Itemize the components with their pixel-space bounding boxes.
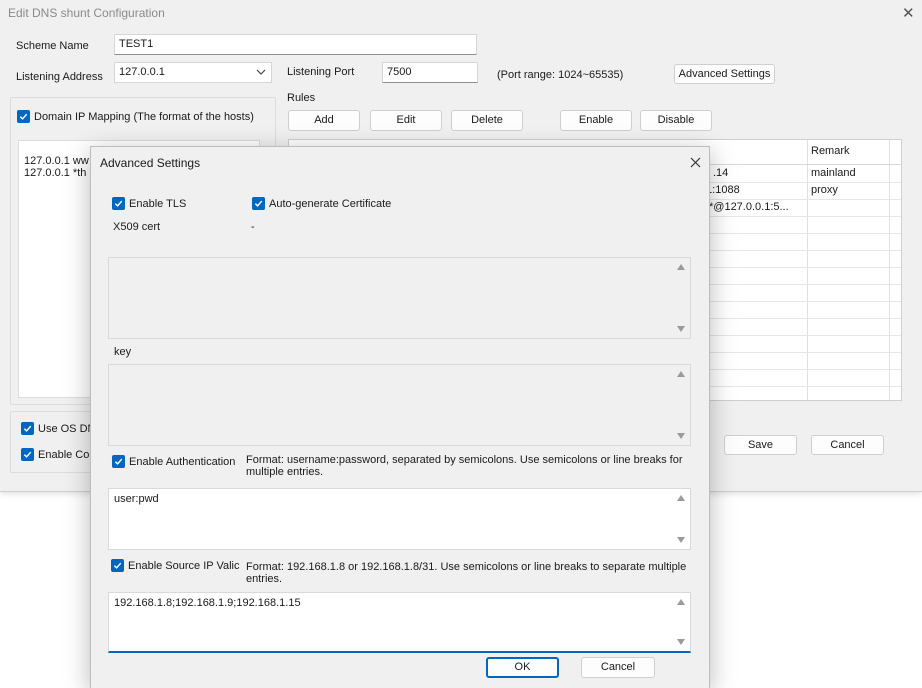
- enable-authentication-label: Enable Authentication: [129, 455, 236, 468]
- source-ip-textarea[interactable]: 192.168.1.8;192.168.1.9;192.168.1.15: [108, 592, 691, 653]
- scroll-up-icon[interactable]: [677, 264, 685, 270]
- scrollbar[interactable]: [673, 258, 690, 338]
- x509-cert-textarea[interactable]: [108, 257, 691, 339]
- scrollbar[interactable]: [673, 489, 690, 549]
- listening-port-input[interactable]: 7500: [382, 62, 478, 83]
- hosts-line: 127.0.0.1 ww: [24, 155, 89, 167]
- domain-ip-mapping-checkbox[interactable]: Domain IP Mapping (The format of the hos…: [17, 110, 254, 123]
- save-button[interactable]: Save: [724, 435, 797, 455]
- format-hint-line: Format: 192.168.1.8 or 192.168.1.8/31. U…: [246, 561, 687, 573]
- scrollbar[interactable]: [673, 593, 690, 651]
- dialog-title: Advanced Settings: [100, 156, 201, 170]
- scroll-up-icon[interactable]: [677, 371, 685, 377]
- ok-button[interactable]: OK: [486, 657, 559, 678]
- enable-rule-button[interactable]: Enable: [560, 110, 632, 131]
- enable-con-label: Enable Con: [38, 448, 96, 461]
- advanced-settings-dialog: Advanced Settings Enable TLS Auto-genera…: [90, 146, 710, 688]
- enable-authentication-checkbox[interactable]: Enable Authentication: [112, 455, 235, 468]
- format-hint-line: multiple entries.: [246, 466, 324, 478]
- checkbox-checked-icon: [111, 559, 124, 572]
- dialog-cancel-button[interactable]: Cancel: [581, 657, 655, 678]
- listening-address-value: 127.0.0.1: [119, 66, 165, 78]
- scrollbar[interactable]: [673, 365, 690, 445]
- checkbox-checked-icon: [252, 197, 265, 210]
- key-textarea[interactable]: [108, 364, 691, 446]
- table-cell-remark: proxy: [811, 184, 838, 196]
- scroll-down-icon[interactable]: [677, 433, 685, 439]
- enable-tls-label: Enable TLS: [129, 197, 187, 210]
- checkbox-checked-icon: [21, 422, 34, 435]
- authentication-format-hint: Format: username:password, separated by …: [246, 454, 683, 478]
- x509-cert-label: X509 cert: [113, 221, 161, 233]
- hosts-line: 127.0.0.1 *th: [24, 167, 87, 179]
- scheme-name-input[interactable]: TEST1: [114, 34, 477, 55]
- port-range-text: (Port range: 1024~65535): [497, 69, 624, 81]
- window-title: Edit DNS shunt Configuration: [8, 6, 165, 20]
- format-hint-line: entries.: [246, 573, 283, 585]
- x509-cert-value: -: [251, 221, 255, 233]
- disable-rule-button[interactable]: Disable: [640, 110, 712, 131]
- source-ip-value: 192.168.1.8;192.168.1.9;192.168.1.15: [114, 597, 301, 609]
- table-cell: .14: [713, 167, 729, 179]
- remark-column-header[interactable]: Remark: [811, 145, 850, 157]
- scroll-down-icon[interactable]: [677, 537, 685, 543]
- listening-address-select[interactable]: 127.0.0.1: [114, 62, 272, 83]
- chevron-down-icon: [256, 69, 266, 75]
- scroll-up-icon[interactable]: [677, 495, 685, 501]
- authentication-value: user:pwd: [114, 493, 159, 505]
- enable-tls-checkbox[interactable]: Enable TLS: [112, 197, 186, 210]
- listening-port-label: Listening Port: [287, 66, 355, 78]
- window-close-icon[interactable]: ✕: [902, 4, 915, 22]
- listening-address-label: Listening Address: [16, 71, 103, 83]
- scroll-up-icon[interactable]: [677, 599, 685, 605]
- domain-ip-mapping-label: Domain IP Mapping (The format of the hos…: [34, 110, 254, 123]
- checkbox-checked-icon: [17, 110, 30, 123]
- checkbox-checked-icon: [112, 455, 125, 468]
- cancel-button[interactable]: Cancel: [811, 435, 884, 455]
- edit-rule-button[interactable]: Edit: [370, 110, 442, 131]
- checkbox-checked-icon: [112, 197, 125, 210]
- scroll-down-icon[interactable]: [677, 639, 685, 645]
- key-label: key: [114, 346, 132, 358]
- authentication-textarea[interactable]: user:pwd: [108, 488, 691, 550]
- enable-source-ip-validation-checkbox[interactable]: Enable Source IP Valic: [111, 559, 240, 572]
- checkbox-checked-icon: [21, 448, 34, 461]
- source-ip-format-hint: Format: 192.168.1.8 or 192.168.1.8/31. U…: [246, 561, 686, 585]
- table-cell: *@127.0.0.1:5...: [709, 201, 789, 213]
- auto-generate-certificate-checkbox[interactable]: Auto-generate Certificate: [252, 197, 391, 210]
- rules-label: Rules: [287, 92, 316, 104]
- table-cell-remark: mainland: [811, 167, 856, 179]
- format-hint-line: Format: username:password, separated by …: [246, 454, 683, 466]
- close-icon[interactable]: [690, 157, 701, 168]
- enable-source-ip-validation-label: Enable Source IP Valic: [128, 559, 240, 572]
- delete-rule-button[interactable]: Delete: [451, 110, 523, 131]
- enable-con-checkbox[interactable]: Enable Con: [21, 448, 96, 461]
- scroll-down-icon[interactable]: [677, 326, 685, 332]
- advanced-settings-button[interactable]: Advanced Settings: [674, 64, 775, 84]
- auto-generate-certificate-label: Auto-generate Certificate: [269, 197, 392, 210]
- add-rule-button[interactable]: Add: [288, 110, 360, 131]
- scheme-name-label: Scheme Name: [16, 40, 89, 52]
